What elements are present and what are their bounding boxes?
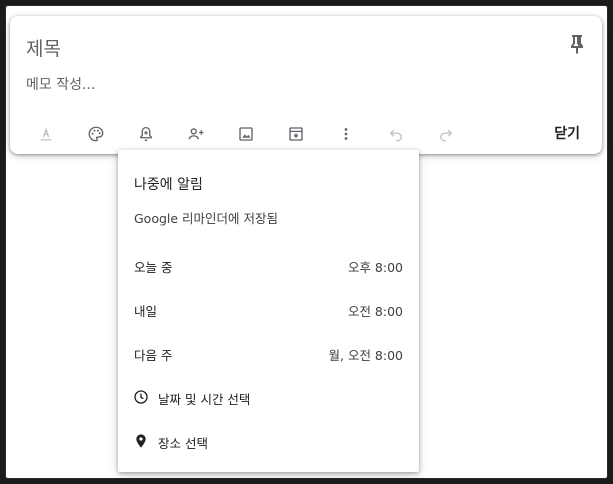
reminder-menu-subtitle: Google 리마인더에 저장됨 [134,211,279,226]
palette-icon[interactable] [82,120,110,148]
location-pin-icon [133,433,149,449]
pick-date-time-label: 날짜 및 시간 선택 [158,392,251,407]
redo-icon[interactable] [432,120,460,148]
reminder-menu: 나중에 알림 Google 리마인더에 저장됨 오늘 중 오후 8:00 내일 … [118,150,419,472]
reminder-option-label: 오늘 중 [134,260,173,275]
more-vert-icon[interactable] [332,120,360,148]
reminder-option-label: 다음 주 [134,348,173,363]
pin-icon[interactable] [564,32,588,56]
reminder-option-time: 오후 8:00 [347,260,403,275]
image-icon[interactable] [232,120,260,148]
archive-icon[interactable] [282,120,310,148]
note-editor: 제목 메모 작성... 닫기 [10,16,602,154]
close-button[interactable]: 닫기 [554,120,580,148]
reminder-menu-title: 나중에 알림 [134,177,203,193]
reminder-option-time: 월, 오전 8:00 [328,348,404,363]
clock-icon [133,389,149,405]
pick-date-time-option[interactable]: 날짜 및 시간 선택 [118,380,419,416]
text-format-icon[interactable] [32,120,60,148]
undo-icon[interactable] [382,120,410,148]
reminder-option-later-today[interactable]: 오늘 중 오후 8:00 [118,248,419,284]
reminder-option-label: 내일 [134,304,158,319]
note-title-input[interactable]: 제목 [26,34,61,61]
pick-place-option[interactable]: 장소 선택 [118,424,419,460]
pick-place-label: 장소 선택 [158,436,208,451]
note-body-input[interactable]: 메모 작성... [26,74,95,94]
reminder-option-tomorrow[interactable]: 내일 오전 8:00 [118,292,419,328]
add-collaborator-icon[interactable] [182,120,210,148]
reminder-option-time: 오전 8:00 [347,304,403,319]
reminder-bell-icon[interactable] [132,120,160,148]
note-toolbar [22,120,592,148]
reminder-option-next-week[interactable]: 다음 주 월, 오전 8:00 [118,336,419,372]
